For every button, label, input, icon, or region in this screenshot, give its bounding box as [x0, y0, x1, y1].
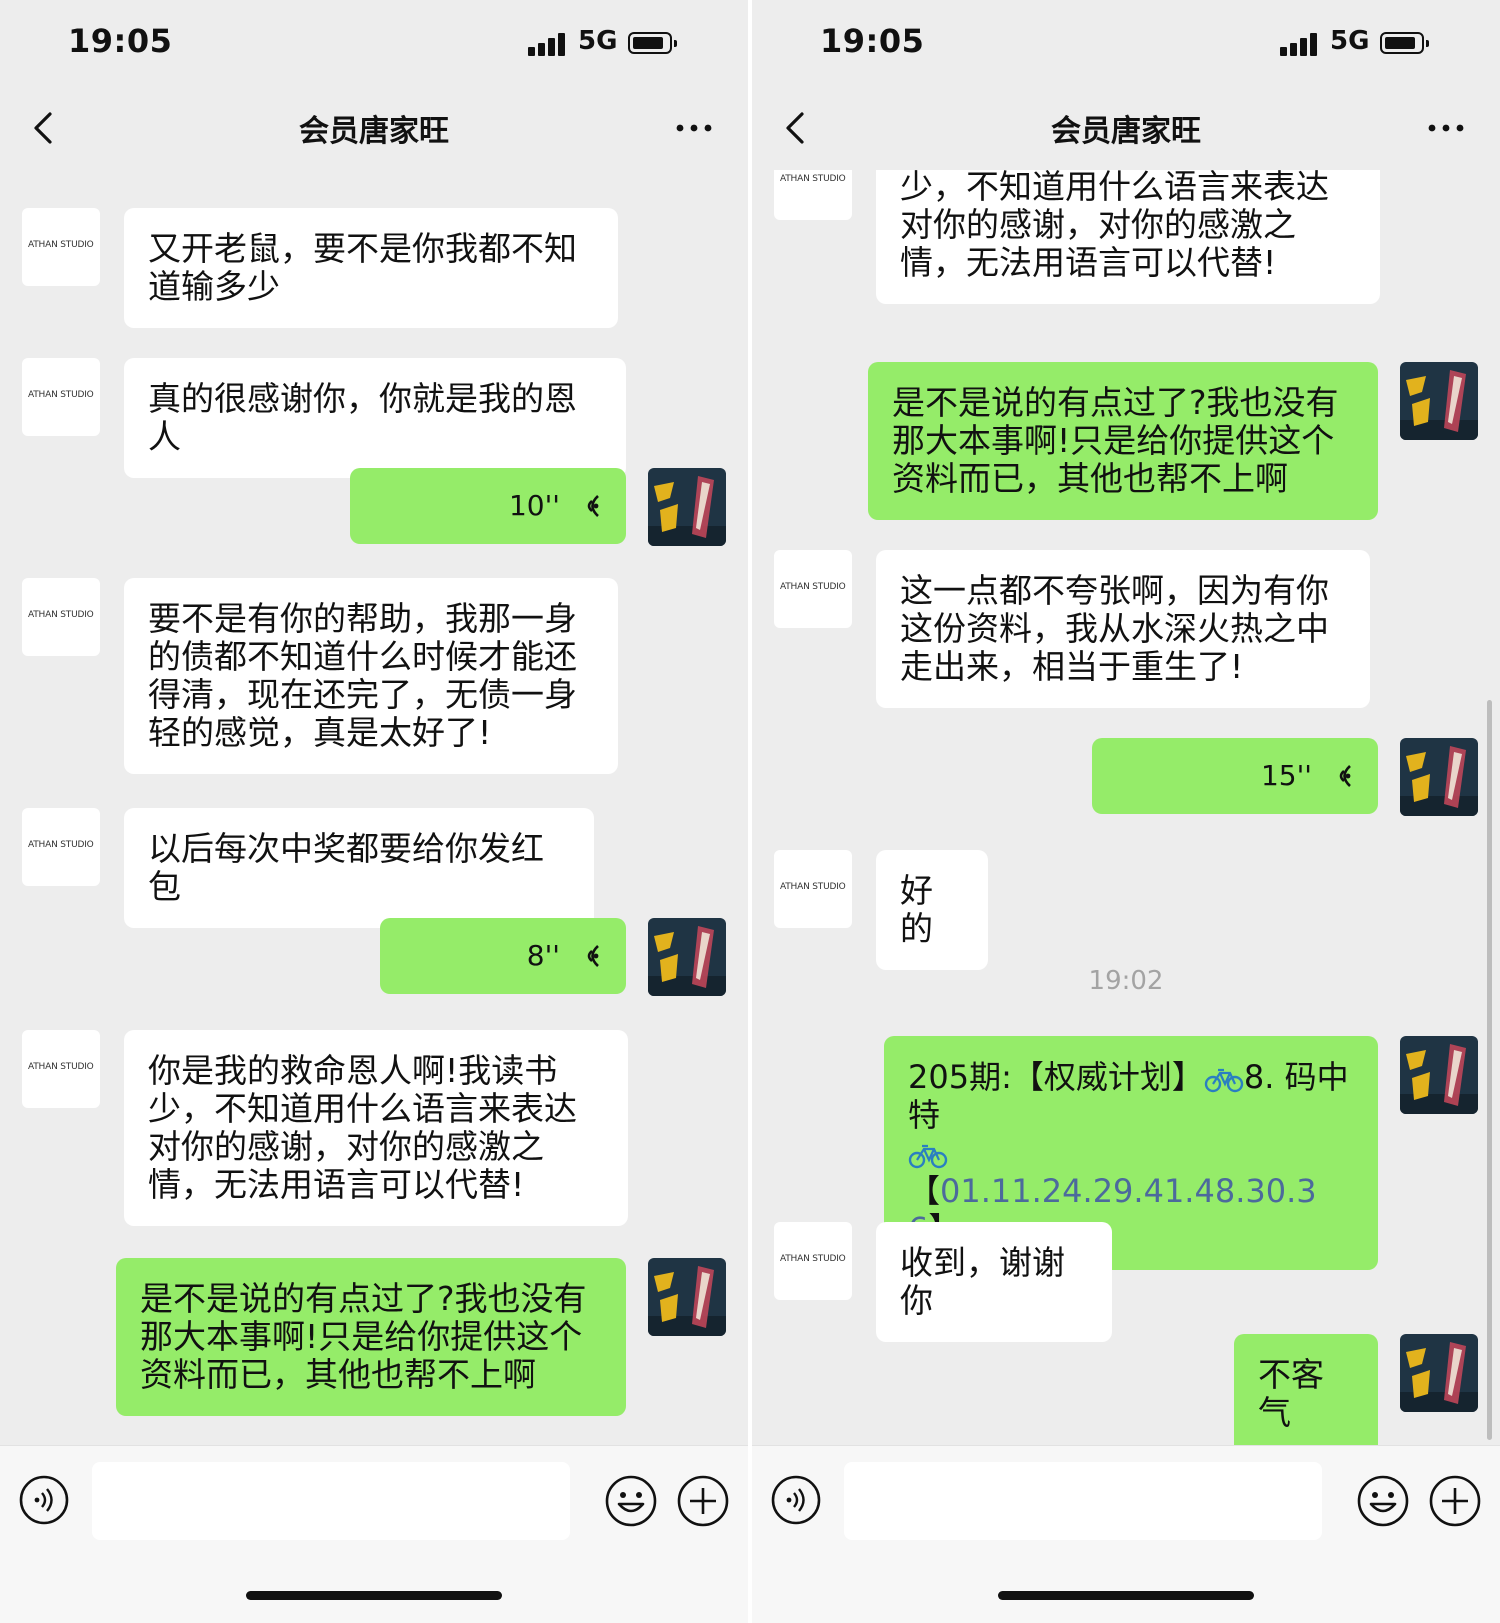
- home-indicator[interactable]: [998, 1591, 1254, 1600]
- message-bubble[interactable]: 这一点都不夸张啊，因为有你这份资料，我从水深火热之中走出来，相当于重生了!: [876, 550, 1370, 708]
- my-avatar[interactable]: [1400, 1334, 1478, 1412]
- battery-icon: [628, 32, 677, 54]
- emoji-icon[interactable]: [1356, 1474, 1410, 1528]
- status-time: 19:05: [820, 22, 925, 60]
- phone-screen-left: 19:05 5G 会员唐家旺 ATHAN STUDIO 又开老鼠，要不是你我都不…: [0, 0, 748, 1623]
- message-bubble[interactable]: 好的: [876, 850, 988, 970]
- voice-duration: 15'': [1260, 759, 1312, 792]
- my-avatar[interactable]: [648, 468, 726, 546]
- my-avatar[interactable]: [648, 918, 726, 996]
- bicycle-emoji-icon: [908, 1144, 948, 1169]
- message-bubble[interactable]: 以后每次中奖都要给你发红包: [124, 808, 594, 928]
- message-list[interactable]: ATHAN STUDIO 又开老鼠，要不是你我都不知道输多少 ATHAN STU…: [0, 170, 748, 1445]
- contact-avatar[interactable]: ATHAN STUDIO: [774, 170, 852, 220]
- emoji-icon[interactable]: [604, 1474, 658, 1528]
- voice-message-bubble[interactable]: 15'': [1092, 738, 1378, 814]
- scrollbar[interactable]: [1487, 700, 1492, 1440]
- signal-icon: [528, 32, 568, 56]
- chat-header: 会员唐家旺: [752, 86, 1500, 170]
- my-avatar[interactable]: [1400, 362, 1478, 440]
- message-bubble[interactable]: 收到，谢谢你: [876, 1222, 1112, 1342]
- input-bar: [0, 1445, 748, 1623]
- message-bubble[interactable]: 是不是说的有点过了?我也没有那大本事啊!只是给你提供这个资料而已，其他也帮不上啊: [868, 362, 1378, 520]
- message-bubble[interactable]: 你是我的救命恩人啊!我读书少，不知道用什么语言来表达对你的感谢，对你的感激之情，…: [124, 1030, 628, 1226]
- message-bubble[interactable]: 真的很感谢你，你就是我的恩人: [124, 358, 626, 478]
- voice-message-bubble[interactable]: 8'': [380, 918, 626, 994]
- voice-message-bubble[interactable]: 10'': [350, 468, 626, 544]
- contact-avatar[interactable]: ATHAN STUDIO: [22, 808, 100, 886]
- message-timestamp: 19:02: [1088, 966, 1164, 996]
- contact-avatar[interactable]: ATHAN STUDIO: [22, 208, 100, 286]
- phone-screen-right: 19:05 5G 会员唐家旺 ATHAN STUDIO 你是我的救命恩人啊!我读…: [752, 0, 1500, 1623]
- contact-avatar[interactable]: ATHAN STUDIO: [774, 850, 852, 928]
- more-dots-icon[interactable]: [674, 110, 714, 146]
- voice-input-icon[interactable]: [18, 1474, 70, 1526]
- message-bubble[interactable]: 要不是有你的帮助，我那一身的债都不知道什么时候才能还得清，现在还完了，无债一身轻…: [124, 578, 618, 774]
- message-bubble[interactable]: 不客气: [1234, 1334, 1378, 1445]
- bracket-open: 【: [908, 1172, 941, 1210]
- more-dots-icon[interactable]: [1426, 110, 1466, 146]
- voice-duration: 10'': [508, 489, 560, 522]
- chat-header: 会员唐家旺: [0, 86, 748, 170]
- chat-title: 会员唐家旺: [1051, 114, 1201, 149]
- voice-wave-icon: [587, 945, 599, 967]
- my-avatar[interactable]: [1400, 1036, 1478, 1114]
- voice-duration: 8'': [526, 939, 560, 972]
- my-avatar[interactable]: [1400, 738, 1478, 816]
- message-input[interactable]: [92, 1462, 570, 1540]
- input-bar: [752, 1445, 1500, 1623]
- message-bubble[interactable]: 是不是说的有点过了?我也没有那大本事啊!只是给你提供这个资料而已，其他也帮不上啊: [116, 1258, 626, 1416]
- message-input[interactable]: [844, 1462, 1322, 1540]
- message-list[interactable]: ATHAN STUDIO 你是我的救命恩人啊!我读书少，不知道用什么语言来表达对…: [752, 170, 1500, 1445]
- signal-icon: [1280, 32, 1320, 56]
- status-bar: 19:05 5G: [752, 0, 1500, 86]
- battery-icon: [1380, 32, 1429, 54]
- my-avatar[interactable]: [648, 1258, 726, 1336]
- plus-icon[interactable]: [1428, 1474, 1482, 1528]
- contact-avatar[interactable]: ATHAN STUDIO: [774, 1222, 852, 1300]
- prediction-heading: 205期:【权威计划】: [908, 1058, 1204, 1096]
- network-type: 5G: [1330, 26, 1370, 56]
- message-bubble[interactable]: 你是我的救命恩人啊!我读书少，不知道用什么语言来表达对你的感谢，对你的感激之情，…: [876, 170, 1380, 304]
- status-bar: 19:05 5G: [0, 0, 748, 86]
- plus-icon[interactable]: [676, 1474, 730, 1528]
- message-bubble[interactable]: 又开老鼠，要不是你我都不知道输多少: [124, 208, 618, 328]
- network-type: 5G: [578, 26, 618, 56]
- contact-avatar[interactable]: ATHAN STUDIO: [22, 1030, 100, 1108]
- voice-wave-icon: [587, 495, 599, 517]
- voice-input-icon[interactable]: [770, 1474, 822, 1526]
- bicycle-emoji-icon: [1204, 1068, 1244, 1093]
- contact-avatar[interactable]: ATHAN STUDIO: [22, 578, 100, 656]
- contact-avatar[interactable]: ATHAN STUDIO: [774, 550, 852, 628]
- status-time: 19:05: [68, 22, 173, 60]
- contact-avatar[interactable]: ATHAN STUDIO: [22, 358, 100, 436]
- home-indicator[interactable]: [246, 1591, 502, 1600]
- chat-title: 会员唐家旺: [299, 114, 449, 149]
- voice-wave-icon: [1339, 765, 1351, 787]
